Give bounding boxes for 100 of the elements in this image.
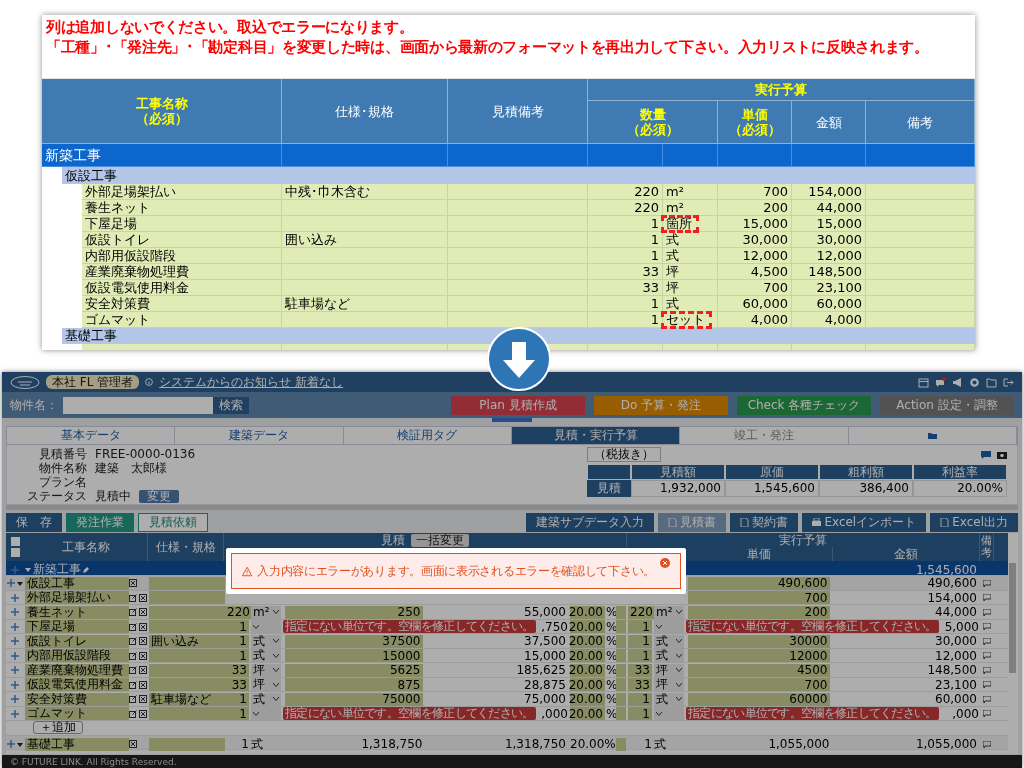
unit-select[interactable]: 坪 — [654, 663, 684, 677]
edit-icon[interactable] — [129, 622, 137, 631]
phase-button[interactable]: Plan 見積作成 — [451, 395, 585, 415]
delete-icon[interactable] — [139, 651, 147, 660]
megaphone-icon[interactable] — [952, 376, 963, 388]
unit-select[interactable]: 式 — [251, 692, 281, 706]
unit-select[interactable]: 坪 — [251, 678, 281, 691]
move-icon[interactable] — [11, 637, 19, 645]
name-field[interactable]: 仮設トイレ — [25, 634, 129, 648]
input-field[interactable] — [616, 605, 626, 619]
quantity-field[interactable]: 220 — [225, 605, 252, 619]
bulk-change-button[interactable]: 一括変更 — [411, 533, 469, 547]
caret-icon[interactable] — [25, 567, 31, 572]
settings-icon[interactable] — [969, 376, 980, 388]
edit-icon[interactable] — [129, 666, 137, 674]
move-icon[interactable] — [11, 680, 19, 689]
rate-field[interactable]: 20.00 — [570, 692, 605, 706]
move-icon[interactable] — [11, 709, 19, 718]
move-icon[interactable] — [11, 622, 19, 631]
rate-field[interactable]: 20.00 — [570, 634, 605, 648]
quantity-field[interactable]: 33 — [628, 663, 652, 677]
input-field[interactable] — [616, 737, 626, 751]
quantity-field[interactable]: 1 — [628, 692, 652, 706]
toolbar-button[interactable]: 見積依頼 — [138, 512, 208, 532]
edit-icon[interactable] — [129, 680, 137, 689]
name-field[interactable]: 養生ネット — [25, 605, 129, 619]
spec-field[interactable] — [149, 591, 225, 604]
price-field[interactable]: 12000 — [688, 649, 830, 662]
move-icon[interactable] — [11, 695, 19, 703]
delete-icon[interactable] — [139, 666, 147, 674]
edit-icon[interactable] — [129, 593, 137, 602]
spec-field[interactable]: 駐車場など — [149, 692, 225, 706]
change-button[interactable]: 変更 — [139, 489, 179, 503]
quantity-field[interactable]: 1 — [628, 620, 652, 633]
unit-select[interactable]: m² — [251, 605, 281, 619]
delete-icon[interactable] — [139, 709, 147, 718]
add-button[interactable]: ＋追加 — [33, 721, 83, 735]
unit-select[interactable]: m² — [654, 605, 684, 619]
price-field[interactable]: 75000 — [285, 692, 423, 706]
delete-icon[interactable] — [139, 593, 147, 602]
phase-button[interactable]: Action 設定・調整 — [880, 395, 1014, 415]
move-icon[interactable] — [11, 593, 19, 602]
spec-field[interactable] — [149, 620, 225, 633]
price-field[interactable]: 4500 — [688, 663, 830, 677]
unit-select[interactable]: 式 — [654, 634, 684, 648]
spec-field[interactable] — [149, 678, 225, 691]
input-field[interactable] — [616, 634, 626, 648]
quantity-field[interactable]: 33 — [225, 663, 249, 677]
notice-link[interactable]: システムからのお知らせ 新着なし — [159, 373, 344, 391]
tab[interactable]: 見積・実行予算 — [512, 427, 681, 444]
folder-icon[interactable] — [986, 376, 997, 388]
edit-icon[interactable] — [83, 566, 90, 573]
delete-icon[interactable] — [139, 637, 147, 645]
name-field[interactable]: 基礎工事 — [25, 737, 129, 751]
rate-field[interactable]: 20.00 — [570, 649, 605, 662]
unit-select[interactable]: 式 — [251, 634, 281, 648]
quantity-field[interactable]: 1 — [628, 649, 652, 662]
toolbar-button[interactable]: 発注作業 — [66, 512, 134, 532]
collapse-button[interactable] — [10, 548, 20, 557]
camera-icon[interactable] — [997, 450, 1007, 459]
price-field[interactable]: 250 — [285, 605, 423, 619]
input-field[interactable] — [616, 707, 626, 720]
unit-select[interactable]: 坪 — [654, 678, 684, 691]
chat-icon[interactable] — [935, 376, 946, 388]
quantity-field[interactable]: 1 — [225, 649, 249, 662]
edit-icon[interactable] — [129, 695, 137, 703]
delete-icon[interactable] — [139, 680, 147, 689]
delete-icon[interactable] — [139, 608, 147, 616]
delete-icon[interactable] — [129, 579, 137, 587]
toolbar-button[interactable]: 契約書 — [730, 512, 799, 532]
edit-icon[interactable] — [129, 608, 137, 616]
toolbar-button[interactable]: Excel出力 — [930, 512, 1018, 532]
scrollbar[interactable] — [1009, 563, 1016, 673]
quantity-field[interactable]: 33 — [225, 678, 249, 691]
name-field[interactable]: 下屋足場 — [25, 620, 129, 633]
toolbar-button[interactable]: 保 存 — [6, 512, 62, 532]
name-field[interactable]: 仮設電気使用料金 — [25, 678, 129, 691]
quantity-field[interactable]: 1 — [225, 707, 249, 720]
price-field[interactable]: 37500 — [285, 634, 423, 648]
quantity-field[interactable]: 1 — [628, 707, 652, 720]
rate-field[interactable]: 20.00 — [570, 663, 605, 677]
comment-icon[interactable] — [983, 740, 991, 748]
caret-icon[interactable] — [17, 580, 23, 586]
input-field[interactable] — [616, 649, 626, 662]
spec-field[interactable] — [149, 649, 225, 662]
input-field[interactable] — [616, 692, 626, 706]
name-field[interactable]: ゴムマット — [25, 707, 129, 720]
quantity-field[interactable]: 220 — [628, 605, 655, 619]
delete-icon[interactable] — [129, 740, 137, 748]
tax-select[interactable]: （税抜き） — [587, 447, 661, 462]
quantity-field[interactable]: 1 — [225, 634, 249, 648]
price-field[interactable]: 15000 — [285, 649, 423, 662]
spec-field[interactable] — [149, 737, 225, 751]
name-field[interactable]: 外部足場架払い — [25, 591, 129, 604]
input-field[interactable] — [616, 678, 626, 691]
delete-icon[interactable] — [139, 695, 147, 703]
logout-icon[interactable] — [1003, 376, 1014, 388]
edit-icon[interactable] — [129, 637, 137, 645]
price-field[interactable]: 700 — [688, 678, 830, 691]
spec-field[interactable] — [149, 605, 225, 619]
